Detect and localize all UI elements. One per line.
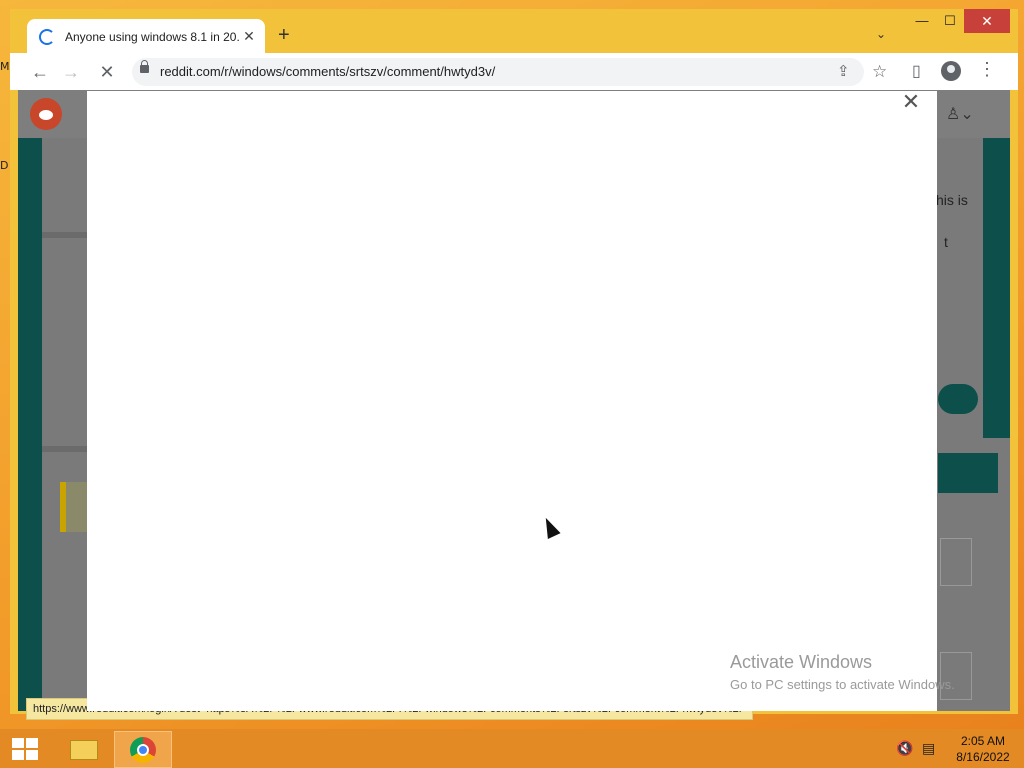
chrome-menu-icon[interactable]: ⋮ — [978, 59, 996, 80]
loading-spinner-icon — [39, 28, 55, 45]
modal-close-icon[interactable]: ✕ — [900, 91, 922, 113]
watermark-title: Activate Windows — [730, 652, 873, 672]
new-tab-button[interactable]: + — [278, 25, 290, 45]
side-text: t — [944, 234, 948, 250]
profile-avatar-icon[interactable] — [941, 61, 961, 81]
clock-date: 8/16/2022 — [956, 750, 1010, 764]
minimize-button[interactable]: — — [908, 9, 936, 33]
stop-loading-button[interactable]: ✕ — [96, 61, 118, 83]
reddit-logo-icon[interactable] — [30, 98, 62, 130]
desktop-edge: M D — [0, 60, 10, 172]
address-url[interactable]: reddit.com/r/windows/comments/srtszv/com… — [160, 64, 495, 79]
login-modal: ✕ — [87, 91, 937, 711]
left-banner — [18, 138, 42, 711]
network-icon[interactable]: ▤ — [922, 740, 935, 757]
side-text: his is — [936, 192, 968, 208]
join-button[interactable] — [938, 384, 978, 414]
windows-logo-icon — [26, 738, 38, 748]
sidebar-header — [938, 453, 998, 493]
tab-close-icon[interactable]: ✕ — [241, 28, 257, 44]
tab-search-button[interactable]: ⌄ — [876, 27, 886, 41]
back-button[interactable]: ← — [29, 61, 51, 83]
side-panel-icon[interactable]: ▯ — [912, 61, 921, 81]
sidebar-box — [940, 538, 972, 586]
taskbar-file-explorer[interactable] — [54, 731, 110, 766]
lock-icon[interactable] — [140, 60, 149, 73]
chrome-icon — [130, 737, 156, 763]
bookmark-star-icon[interactable]: ☆ — [872, 62, 887, 82]
tab-strip: Anyone using windows 8.1 in 20... ✕ + ⌄ … — [10, 9, 1018, 54]
user-menu-icon[interactable]: ♙⌄ — [946, 104, 974, 124]
browser-toolbar: ← → ✕ reddit.com/r/windows/comments/srts… — [10, 53, 1018, 90]
tab-title: Anyone using windows 8.1 in 20... — [65, 29, 240, 44]
desktop-edge-text: D — [0, 159, 9, 172]
taskbar-chrome[interactable] — [114, 731, 172, 768]
share-icon[interactable]: ⇪ — [837, 62, 850, 80]
right-banner — [983, 138, 1010, 438]
address-bar[interactable]: reddit.com/r/windows/comments/srtszv/com… — [132, 58, 864, 86]
watermark-subtitle: Go to PC settings to activate Windows. — [730, 677, 955, 692]
windows-logo-icon — [26, 750, 38, 760]
taskbar: 🔇 ▤ 2:05 AM 8/16/2022 — [0, 729, 1024, 768]
start-button[interactable] — [12, 738, 38, 760]
desktop-edge-text: M — [0, 60, 10, 73]
forward-button[interactable]: → — [60, 61, 82, 83]
folder-icon — [70, 740, 98, 760]
windows-logo-icon — [12, 738, 24, 748]
close-window-button[interactable]: ✕ — [964, 9, 1010, 33]
browser-tab[interactable]: Anyone using windows 8.1 in 20... ✕ — [27, 19, 265, 54]
clock-time: 2:05 AM — [960, 734, 1006, 748]
activate-windows-watermark: Activate Windows Go to PC settings to ac… — [730, 652, 955, 692]
maximize-button[interactable]: ☐ — [936, 9, 964, 33]
system-clock[interactable]: 2:05 AM 8/16/2022 — [948, 733, 1018, 765]
volume-muted-icon[interactable]: 🔇 — [896, 740, 913, 757]
windows-logo-icon — [12, 750, 24, 760]
